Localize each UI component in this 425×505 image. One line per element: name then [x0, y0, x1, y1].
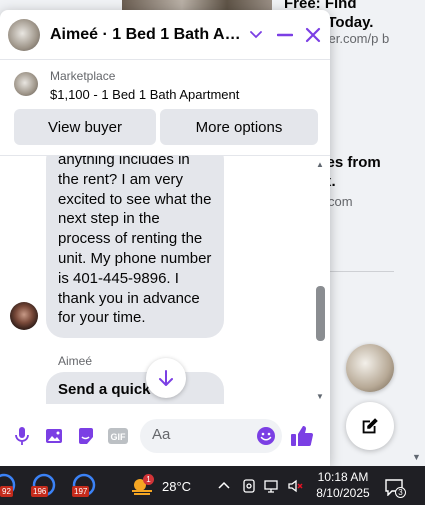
- chevron-down-icon[interactable]: [249, 28, 263, 42]
- sender-name: Aimeé: [58, 354, 93, 368]
- listing-source: Marketplace: [50, 69, 116, 83]
- compose-icon: [362, 418, 378, 434]
- message-thread[interactable]: anything includes in the rent? I am very…: [0, 156, 330, 404]
- marketplace-listing-card: Marketplace $1,100 - 1 Bed 1 Bath Apartm…: [0, 60, 330, 156]
- thread-scroll-up-icon[interactable]: ▲: [316, 160, 324, 169]
- minimize-icon[interactable]: [277, 26, 295, 44]
- sender-avatar[interactable]: [10, 302, 38, 330]
- clock-date: 8/10/2025: [316, 486, 370, 500]
- weather-badge: 1: [143, 474, 154, 485]
- taskbar-app-badge: 196: [31, 486, 49, 497]
- system-clock[interactable]: 10:18 AM 8/10/2025: [313, 469, 373, 501]
- thumbs-up-icon[interactable]: [290, 424, 314, 448]
- chat-head-avatar[interactable]: [346, 344, 394, 392]
- quick-response-bubble[interactable]: Send a quick response: [46, 372, 224, 404]
- volume-muted-icon[interactable]: [287, 478, 303, 494]
- taskbar-app-badge: 197: [72, 486, 90, 497]
- divider: [330, 271, 394, 272]
- view-buyer-button[interactable]: View buyer: [14, 109, 156, 145]
- notification-count: 3: [395, 487, 406, 498]
- camera-icon[interactable]: [241, 478, 257, 494]
- message-input[interactable]: [152, 426, 252, 443]
- svg-text:GIF: GIF: [111, 432, 127, 442]
- more-options-button[interactable]: More options: [160, 109, 318, 145]
- temperature[interactable]: 28°C: [162, 479, 191, 494]
- new-message-button[interactable]: [346, 402, 394, 450]
- taskbar: 92 196 197 1 28°C 10:18 AM 8/10/2025 3: [0, 466, 425, 505]
- sponsored-ad-link[interactable]: iter.com/p b: [322, 31, 392, 47]
- gif-icon[interactable]: GIF: [106, 424, 130, 448]
- clock-time: 10:18 AM: [317, 470, 369, 484]
- arrow-down-icon: [159, 370, 173, 386]
- microphone-icon[interactable]: [10, 424, 34, 448]
- network-icon[interactable]: [263, 478, 279, 494]
- thread-scrollbar-thumb[interactable]: [316, 286, 325, 341]
- chat-header[interactable]: Aimeé · 1 Bed 1 Bath Apart…: [0, 10, 330, 60]
- taskbar-app-badge: 92: [0, 486, 13, 497]
- chat-window: Aimeé · 1 Bed 1 Bath Apart… Marketplace …: [0, 10, 330, 466]
- photo-icon[interactable]: [42, 424, 66, 448]
- message-input-wrapper[interactable]: [140, 419, 282, 453]
- incoming-message-bubble: anything includes in the rent? I am very…: [46, 156, 224, 339]
- message-composer: GIF: [0, 406, 330, 466]
- emoji-icon[interactable]: [256, 426, 276, 446]
- chevron-up-icon[interactable]: [216, 478, 232, 494]
- chat-title[interactable]: Aimeé · 1 Bed 1 Bath Apart…: [50, 26, 243, 44]
- sponsored-ad-link-2[interactable]: com: [328, 194, 353, 209]
- scroll-to-bottom-button[interactable]: [146, 358, 186, 398]
- listing-avatar[interactable]: [8, 18, 40, 51]
- sticker-icon[interactable]: [74, 424, 98, 448]
- close-icon[interactable]: [304, 26, 322, 44]
- scroll-down-arrow-icon[interactable]: ▼: [412, 452, 421, 462]
- listing-title[interactable]: $1,100 - 1 Bed 1 Bath Apartment: [50, 87, 239, 102]
- listing-thumbnail[interactable]: [14, 72, 38, 96]
- thread-scroll-down-icon[interactable]: ▼: [316, 392, 324, 401]
